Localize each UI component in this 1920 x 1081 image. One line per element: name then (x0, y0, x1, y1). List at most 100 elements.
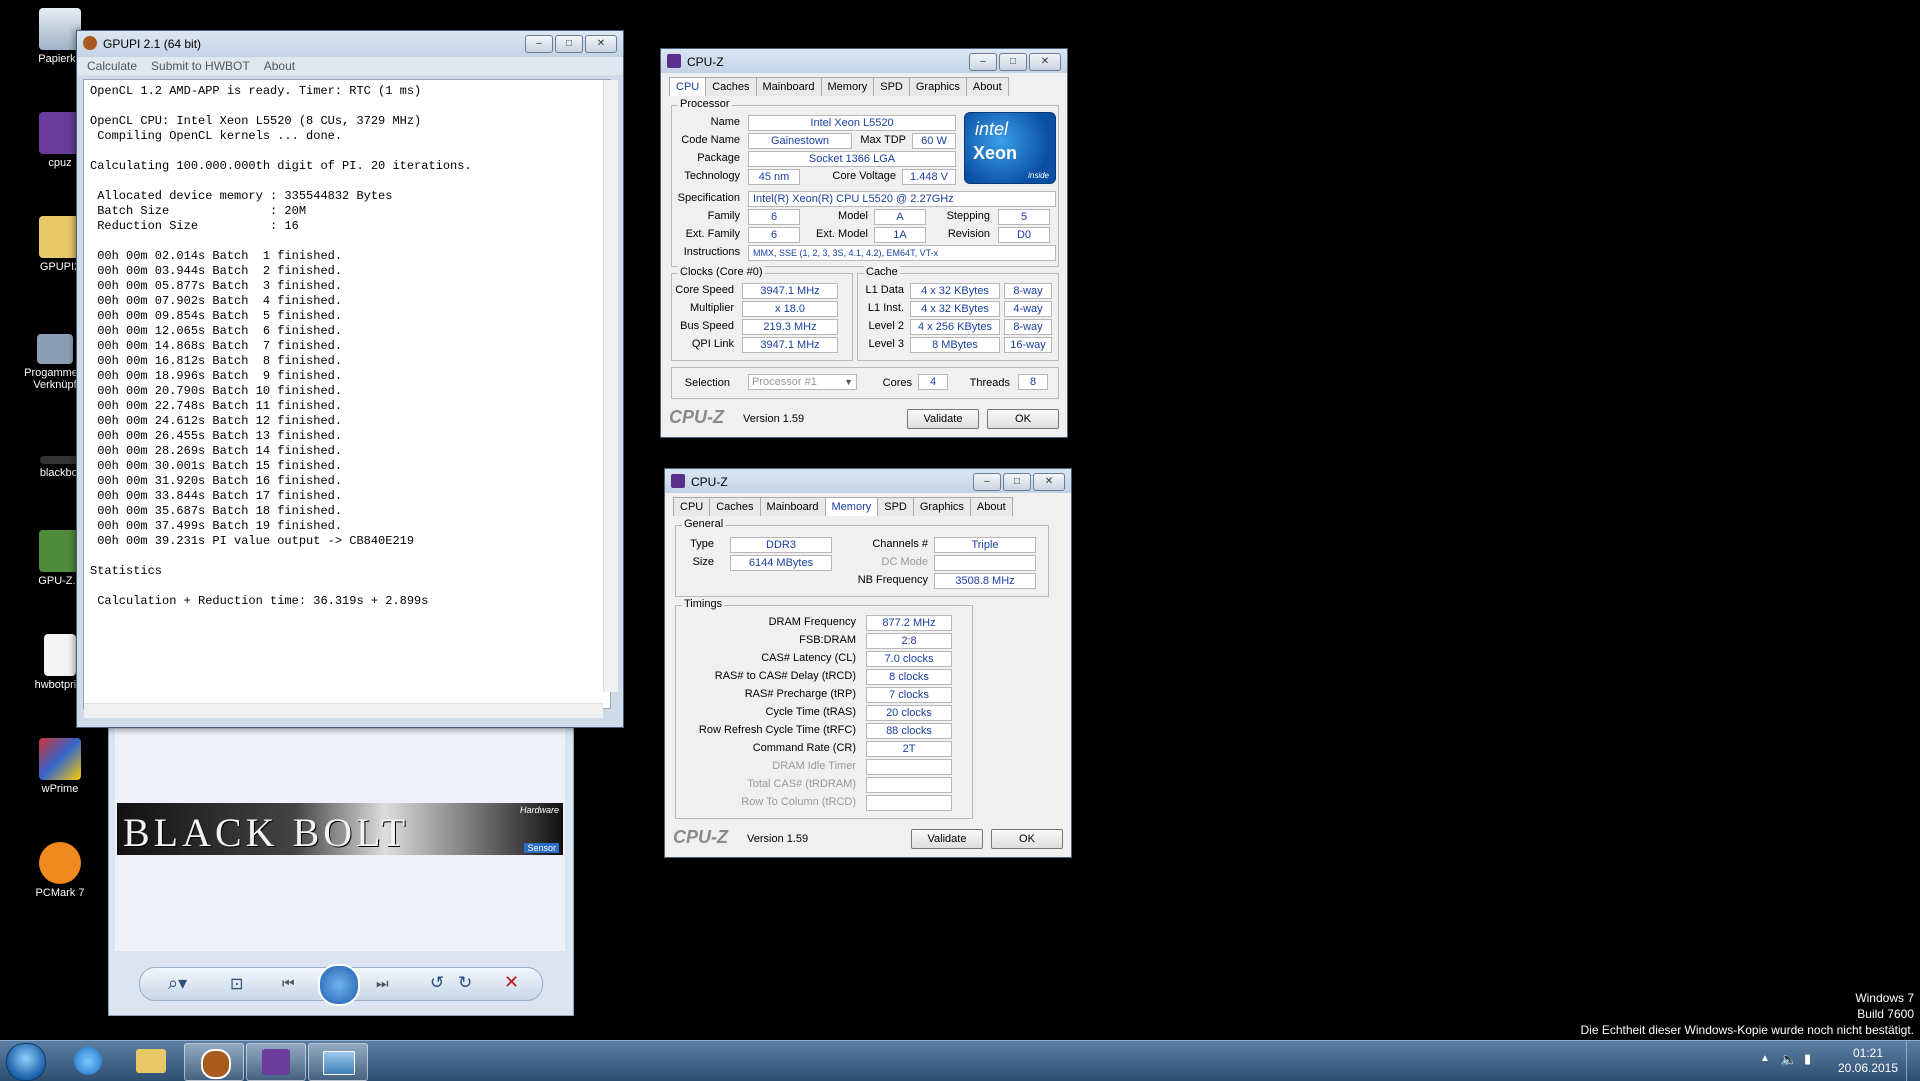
show-desktop-button[interactable] (1906, 1041, 1920, 1081)
tab-memory[interactable]: Memory (824, 497, 879, 516)
cpuz-titlebar[interactable]: CPU-Z – □ ✕ (661, 49, 1067, 73)
validate-button[interactable]: Validate (907, 409, 979, 429)
viewer-toolbar: ⌕▾ ⊡ ⏮ ⏭ ↺ ↻ ✕ (139, 964, 543, 1006)
delete-icon[interactable]: ✕ (504, 972, 519, 993)
l1i-value: 4 x 32 KBytes (910, 301, 1000, 317)
menu-submit-hwbot[interactable]: Submit to HWBOT (151, 59, 250, 73)
system-clock[interactable]: 01:21 20.06.2015 (1836, 1046, 1900, 1076)
menu-calculate[interactable]: Calculate (87, 59, 137, 73)
minimize-button[interactable]: – (969, 53, 997, 71)
timing-label: Row To Column (tRCD) (741, 796, 856, 808)
tab-caches[interactable]: Caches (709, 497, 761, 516)
rotate-left-icon[interactable]: ↺ (430, 973, 444, 993)
shortcut-icon (37, 334, 73, 364)
desktop-icon-pcmark7[interactable]: PCMark 7 (20, 842, 100, 899)
tab-graphics[interactable]: Graphics (908, 77, 967, 96)
previous-icon[interactable]: ⏮ (282, 975, 295, 992)
menu-about[interactable]: About (264, 59, 295, 73)
tab-memory[interactable]: Memory (820, 77, 875, 96)
logo-brand-text: intel (975, 119, 1009, 139)
maximize-button[interactable]: □ (555, 35, 583, 53)
taskbar-ie[interactable] (60, 1043, 118, 1079)
tab-about[interactable]: About (969, 497, 1013, 516)
size-value: 6144 MBytes (730, 555, 832, 571)
minimize-button[interactable]: – (525, 35, 553, 53)
slideshow-icon[interactable] (318, 964, 360, 1006)
timing-value: 8 clocks (866, 669, 952, 685)
family-label: Family (707, 210, 740, 222)
windows-watermark: Windows 7 Build 7600 Die Echtheit dieser… (1580, 990, 1914, 1038)
tab-mainboard[interactable]: Mainboard (755, 77, 822, 96)
tab-spd[interactable]: SPD (877, 497, 914, 516)
l3-label: Level 3 (868, 338, 904, 350)
cpuz-cpu-window: CPU-Z – □ ✕ CPU Caches Mainboard Memory … (660, 48, 1068, 438)
maximize-button[interactable]: □ (999, 53, 1027, 71)
family-value: 6 (748, 209, 800, 225)
cpuz-titlebar[interactable]: CPU-Z – □ ✕ (665, 469, 1071, 493)
model-label: Model (838, 210, 868, 222)
minimize-button[interactable]: – (973, 473, 1001, 491)
taskbar-gpupi[interactable] (184, 1043, 244, 1081)
taskbar-cpuz[interactable] (246, 1043, 306, 1081)
close-button[interactable]: ✕ (1033, 473, 1065, 491)
specification-label: Specification (677, 192, 740, 204)
timing-value (866, 759, 952, 775)
tab-mainboard[interactable]: Mainboard (759, 497, 826, 516)
general-panel: General Type DDR3 Size 6144 MBytes Chann… (675, 518, 1049, 597)
stepping-label: Stepping (946, 210, 990, 222)
tab-graphics[interactable]: Graphics (912, 497, 971, 516)
desktop-icon-wprime[interactable]: wPrime (20, 738, 100, 795)
next-icon[interactable]: ⏭ (376, 975, 389, 992)
processor-select[interactable]: Processor #1 ▼ (748, 374, 857, 390)
ok-button[interactable]: OK (991, 829, 1063, 849)
channels-label: Channels # (872, 538, 928, 550)
cores-label: Cores (882, 377, 912, 389)
console-line: Batch Size : 20M (90, 204, 307, 218)
tab-cpu[interactable]: CPU (669, 77, 707, 96)
ok-button[interactable]: OK (987, 409, 1059, 429)
horizontal-scrollbar[interactable] (84, 703, 603, 718)
start-button[interactable] (6, 1043, 46, 1081)
network-icon[interactable]: ▮ (1804, 1051, 1811, 1067)
console-line: 00h 00m 28.269s Batch 14 finished. (90, 444, 343, 458)
vertical-scrollbar[interactable] (603, 80, 618, 692)
desktop-icon-label: wPrime (41, 783, 79, 795)
maxtdp-value: 60 W (912, 133, 956, 149)
zoom-icon[interactable]: ⌕▾ (168, 973, 187, 994)
l2-way: 8-way (1004, 319, 1052, 335)
qpi-label: QPI Link (691, 338, 734, 350)
timing-value: 877.2 MHz (866, 615, 952, 631)
taskbar-photo-viewer[interactable] (308, 1043, 368, 1081)
tab-spd[interactable]: SPD (873, 77, 910, 96)
extfamily-value: 6 (748, 227, 800, 243)
timing-value: 88 clocks (866, 723, 952, 739)
folder-icon (136, 1049, 166, 1073)
validate-button[interactable]: Validate (911, 829, 983, 849)
maximize-button[interactable]: □ (1003, 473, 1031, 491)
clock-date: 20.06.2015 (1837, 1061, 1899, 1075)
speaker-icon[interactable]: 🔈 (1780, 1051, 1797, 1068)
timing-label: Command Rate (CR) (752, 742, 856, 754)
tray-expand-icon[interactable]: ▲ (1760, 1053, 1770, 1064)
corespeed-label: Core Speed (675, 284, 734, 296)
tab-cpu[interactable]: CPU (673, 497, 711, 516)
taskbar-explorer[interactable] (122, 1043, 180, 1079)
extmodel-value: 1A (874, 227, 926, 243)
tab-about[interactable]: About (965, 77, 1009, 96)
fit-window-icon[interactable]: ⊡ (230, 974, 243, 994)
extmodel-label: Ext. Model (816, 228, 868, 240)
gpupi-titlebar[interactable]: GPUPI 2.1 (64 bit) – □ ✕ (77, 31, 623, 57)
technology-label: Technology (684, 170, 740, 182)
close-button[interactable]: ✕ (1029, 53, 1061, 71)
desktop-icon-label: blackbol (39, 467, 81, 479)
rotate-right-icon[interactable]: ↻ (458, 973, 472, 993)
tab-caches[interactable]: Caches (705, 77, 757, 96)
cpuz-app-icon (262, 1049, 290, 1075)
banner-sub-text: Sensor (524, 843, 559, 853)
console-line: Calculating 100.000.000th digit of PI. 2… (90, 159, 472, 173)
instructions-value: MMX, SSE (1, 2, 3, 3S, 4.1, 4.2), EM64T,… (748, 245, 1056, 261)
specification-value: Intel(R) Xeon(R) CPU L5520 @ 2.27GHz (748, 191, 1056, 207)
multiplier-value: x 18.0 (742, 301, 838, 317)
close-button[interactable]: ✕ (585, 35, 617, 53)
